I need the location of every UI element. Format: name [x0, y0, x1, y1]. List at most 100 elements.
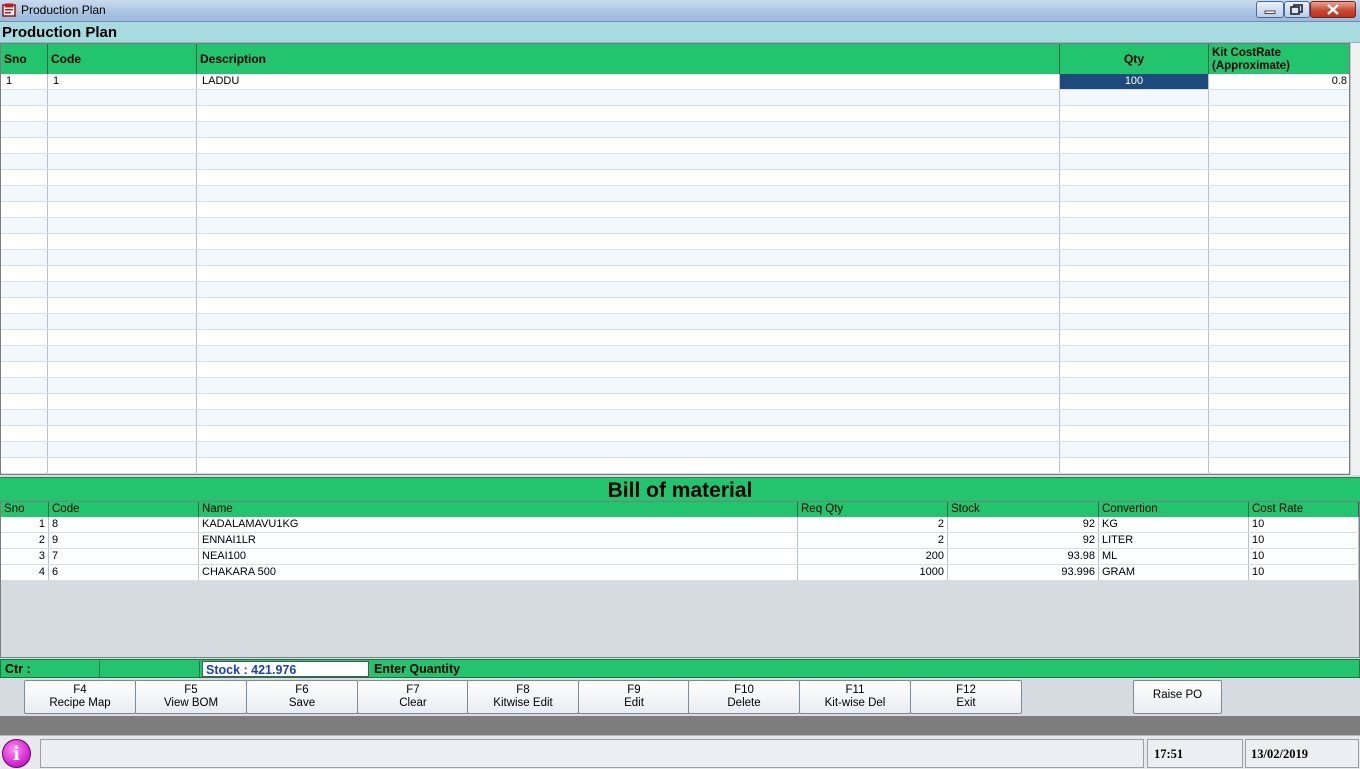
bom-column-req-qty[interactable]: Req Qty — [798, 502, 948, 517]
table-row[interactable] — [1, 394, 1349, 410]
cell-description[interactable] — [197, 138, 1060, 153]
cell-sno[interactable] — [1, 250, 48, 265]
cell-sno[interactable] — [1, 122, 48, 137]
cell-qty[interactable] — [1060, 170, 1209, 185]
bom-cell-cost-rate[interactable]: 10 — [1249, 533, 1359, 548]
cell-qty[interactable] — [1060, 122, 1209, 137]
recipe-map-button[interactable]: F4 Recipe Map — [24, 680, 136, 714]
edit-button[interactable]: F9 Edit — [578, 680, 690, 714]
cell-kit-cost-rate[interactable] — [1209, 426, 1349, 441]
cell-kit-cost-rate[interactable]: 0.8 — [1209, 74, 1349, 89]
bom-cell-conversion[interactable]: ML — [1099, 549, 1249, 564]
bom-column-conversion[interactable]: Convertion — [1099, 502, 1249, 517]
cell-description[interactable] — [197, 250, 1060, 265]
table-row[interactable] — [1, 138, 1349, 154]
cell-code[interactable] — [48, 106, 197, 121]
cell-qty[interactable]: 100 — [1060, 74, 1209, 89]
column-header-code[interactable]: Code — [48, 44, 197, 74]
column-header-kit-cost-rate[interactable]: Kit CostRate (Approximate) — [1209, 44, 1349, 74]
table-row[interactable] — [1, 458, 1349, 474]
bom-column-code[interactable]: Code — [49, 502, 199, 517]
cell-code[interactable]: 1 — [48, 74, 197, 89]
cell-code[interactable] — [48, 122, 197, 137]
cell-sno[interactable] — [1, 346, 48, 361]
table-row[interactable]: 2 9 ENNAI1LR 2 92 LITER 10 — [1, 533, 1359, 549]
cell-description[interactable] — [197, 234, 1060, 249]
table-row[interactable] — [1, 106, 1349, 122]
bom-cell-name[interactable]: ENNAI1LR — [199, 533, 798, 548]
cell-sno[interactable] — [1, 410, 48, 425]
cell-kit-cost-rate[interactable] — [1209, 346, 1349, 361]
table-row[interactable] — [1, 346, 1349, 362]
cell-sno[interactable] — [1, 394, 48, 409]
bom-cell-req-qty[interactable]: 200 — [798, 549, 948, 564]
cell-kit-cost-rate[interactable] — [1209, 282, 1349, 297]
cell-kit-cost-rate[interactable] — [1209, 266, 1349, 281]
cell-sno[interactable] — [1, 90, 48, 105]
cell-code[interactable] — [48, 298, 197, 313]
table-row[interactable] — [1, 442, 1349, 458]
cell-qty[interactable] — [1060, 378, 1209, 393]
table-row[interactable] — [1, 378, 1349, 394]
cell-code[interactable] — [48, 266, 197, 281]
bom-cell-code[interactable]: 8 — [49, 517, 199, 532]
cell-sno[interactable] — [1, 330, 48, 345]
cell-sno[interactable] — [1, 282, 48, 297]
cell-kit-cost-rate[interactable] — [1209, 90, 1349, 105]
bom-cell-name[interactable]: KADALAMAVU1KG — [199, 517, 798, 532]
cell-sno[interactable] — [1, 426, 48, 441]
cell-qty[interactable] — [1060, 394, 1209, 409]
bom-cell-conversion[interactable]: GRAM — [1099, 565, 1249, 580]
bom-column-stock[interactable]: Stock — [948, 502, 1099, 517]
bom-cell-name[interactable]: CHAKARA 500 — [199, 565, 798, 580]
table-row[interactable] — [1, 170, 1349, 186]
cell-description[interactable]: LADDU — [197, 74, 1060, 89]
cell-code[interactable] — [48, 218, 197, 233]
bom-cell-req-qty[interactable]: 1000 — [798, 565, 948, 580]
cell-code[interactable] — [48, 394, 197, 409]
vertical-scrollbar[interactable] — [1350, 43, 1360, 475]
bom-cell-stock[interactable]: 92 — [948, 517, 1099, 532]
table-row[interactable]: 3 7 NEAI100 200 93.98 ML 10 — [1, 549, 1359, 565]
cell-kit-cost-rate[interactable] — [1209, 394, 1349, 409]
cell-code[interactable] — [48, 442, 197, 457]
bom-column-name[interactable]: Name — [199, 502, 798, 517]
cell-description[interactable] — [197, 170, 1060, 185]
kitwise-edit-button[interactable]: F8 Kitwise Edit — [467, 680, 579, 714]
cell-sno[interactable] — [1, 362, 48, 377]
cell-kit-cost-rate[interactable] — [1209, 330, 1349, 345]
cell-kit-cost-rate[interactable] — [1209, 234, 1349, 249]
bom-cell-sno[interactable]: 2 — [1, 533, 49, 548]
cell-description[interactable] — [197, 458, 1060, 473]
cell-qty[interactable] — [1060, 154, 1209, 169]
info-icon[interactable]: i — [2, 739, 31, 768]
table-row[interactable] — [1, 186, 1349, 202]
bom-cell-stock[interactable]: 93.98 — [948, 549, 1099, 564]
table-row[interactable] — [1, 266, 1349, 282]
cell-qty[interactable] — [1060, 362, 1209, 377]
bom-column-sno[interactable]: Sno — [1, 502, 49, 517]
bom-column-cost-rate[interactable]: Cost Rate — [1249, 502, 1359, 517]
cell-description[interactable] — [197, 186, 1060, 201]
bom-cell-name[interactable]: NEAI100 — [199, 549, 798, 564]
cell-code[interactable] — [48, 346, 197, 361]
column-header-qty[interactable]: Qty — [1060, 44, 1209, 74]
kit-wise-del-button[interactable]: F11 Kit-wise Del — [799, 680, 911, 714]
cell-sno[interactable] — [1, 314, 48, 329]
cell-sno[interactable] — [1, 378, 48, 393]
cell-qty[interactable] — [1060, 250, 1209, 265]
cell-kit-cost-rate[interactable] — [1209, 202, 1349, 217]
cell-code[interactable] — [48, 330, 197, 345]
cell-qty[interactable] — [1060, 458, 1209, 473]
cell-code[interactable] — [48, 426, 197, 441]
clear-button[interactable]: F7 Clear — [357, 680, 469, 714]
cell-code[interactable] — [48, 314, 197, 329]
bom-cell-stock[interactable]: 93.996 — [948, 565, 1099, 580]
cell-description[interactable] — [197, 298, 1060, 313]
bom-cell-stock[interactable]: 92 — [948, 533, 1099, 548]
cell-code[interactable] — [48, 170, 197, 185]
bom-cell-sno[interactable]: 1 — [1, 517, 49, 532]
cell-sno[interactable] — [1, 298, 48, 313]
cell-qty[interactable] — [1060, 410, 1209, 425]
cell-kit-cost-rate[interactable] — [1209, 410, 1349, 425]
